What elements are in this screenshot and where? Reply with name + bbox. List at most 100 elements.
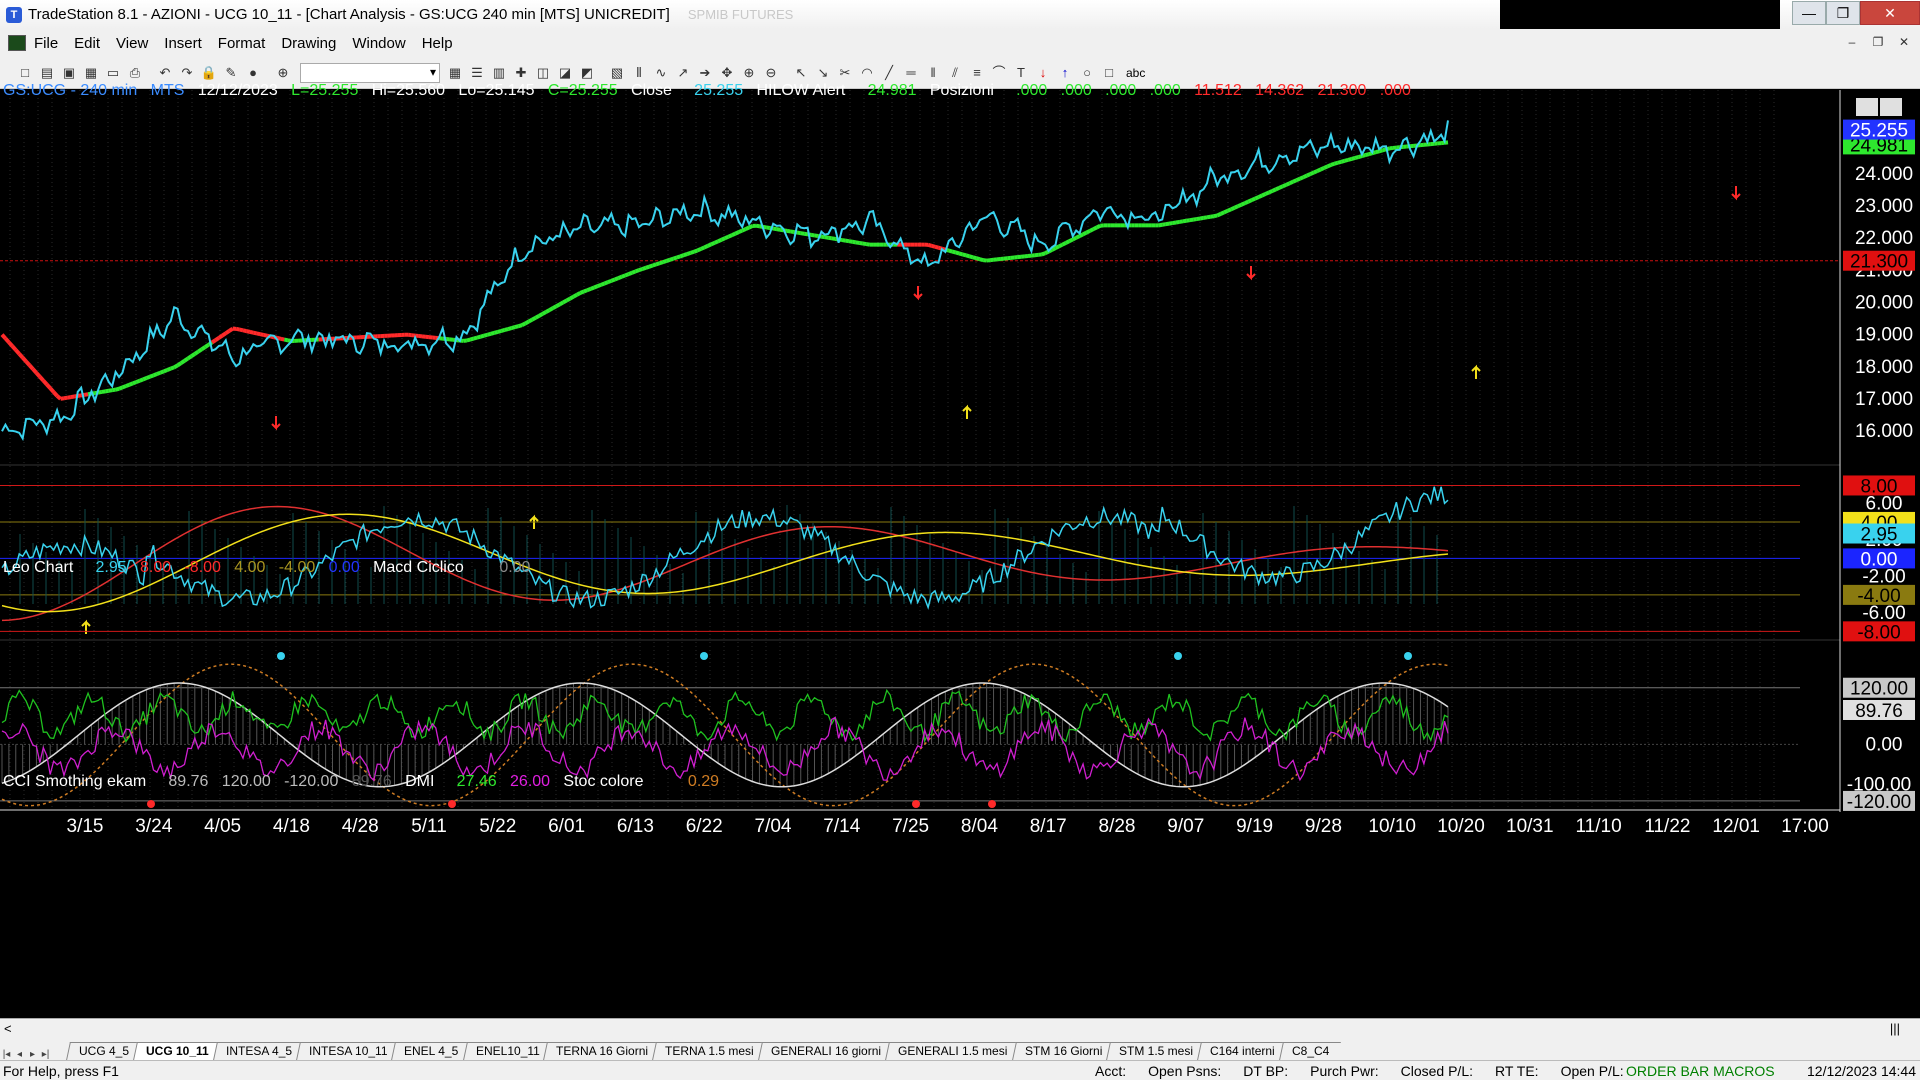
bars-icon[interactable]: ⫴: [630, 64, 648, 82]
workspace-tab[interactable]: TERNA 16 Giorni: [543, 1042, 661, 1060]
tab-nav-button[interactable]: ▸: [26, 1049, 39, 1060]
chart-horizontal-scrollbar[interactable]: < |||: [0, 1018, 1920, 1040]
chart-icon[interactable]: ◫: [534, 64, 552, 82]
text-icon[interactable]: T: [1012, 64, 1030, 82]
up-arrow-icon[interactable]: ↑: [1056, 64, 1074, 82]
workspace-tab[interactable]: GENERALI 16 giorni: [758, 1042, 894, 1060]
rsi-icon[interactable]: ∿: [652, 64, 670, 82]
zoom-out-icon[interactable]: ⊖: [762, 64, 780, 82]
save-all-icon[interactable]: ▦: [82, 64, 100, 82]
mdi-minimize-button[interactable]: –: [1842, 33, 1862, 51]
cci-top-dot: [700, 652, 708, 660]
workspace-tab[interactable]: ENEL 4_5: [391, 1042, 471, 1060]
save-icon[interactable]: ▣: [60, 64, 78, 82]
list-icon[interactable]: ☰: [468, 64, 486, 82]
status-purch-pwr: Purch Pwr:: [1310, 1063, 1379, 1079]
scroll-left-button[interactable]: <: [4, 1021, 12, 1036]
down-arrow-icon[interactable]: ↓: [1034, 64, 1052, 82]
workspace-tab[interactable]: STM 1.5 mesi: [1106, 1042, 1205, 1060]
cci-bottom-dot: [147, 800, 155, 808]
trend-icon[interactable]: ↗: [674, 64, 692, 82]
menu-format[interactable]: Format: [218, 35, 266, 52]
line-icon[interactable]: ╱: [880, 64, 898, 82]
tab-nav-button[interactable]: ▸|: [39, 1049, 52, 1060]
open-icon[interactable]: ▤: [38, 64, 56, 82]
workspace-tab[interactable]: C164 interni: [1197, 1042, 1287, 1060]
order-bar-macros[interactable]: ORDER BAR MACROS: [1626, 1063, 1775, 1079]
leo-value: 2.95: [95, 559, 127, 576]
workspace-tab[interactable]: GENERALI 1.5 mesi: [885, 1042, 1020, 1060]
hilow-segment: [1213, 213, 1218, 219]
hilow-segment: [63, 395, 68, 401]
hilow-segment: [48, 386, 56, 394]
format-icon[interactable]: ▧: [608, 64, 626, 82]
tab-nav-button[interactable]: ◂: [13, 1049, 26, 1060]
ellipse-icon[interactable]: ○: [1078, 64, 1096, 82]
lock-icon[interactable]: 🔒: [200, 64, 218, 82]
pan-icon[interactable]: ✥: [718, 64, 736, 82]
workspace-tab[interactable]: INTESA 10_11: [295, 1042, 400, 1060]
undo-icon[interactable]: ↶: [156, 64, 174, 82]
hilow-segment: [665, 257, 671, 263]
zoom-icon[interactable]: ⊕: [274, 64, 292, 82]
close-button[interactable]: ✕: [1860, 1, 1920, 25]
hilow-segment: [242, 328, 247, 334]
minimize-button[interactable]: —: [1792, 1, 1826, 25]
menu-help[interactable]: Help: [422, 35, 453, 52]
text-tool-button[interactable]: abc: [1126, 66, 1145, 80]
workspace-tab[interactable]: INTESA 4_5: [212, 1042, 304, 1060]
cross-icon[interactable]: ✚: [512, 64, 530, 82]
color-icon[interactable]: ●: [244, 64, 262, 82]
mdi-close-button[interactable]: ✕: [1894, 33, 1914, 51]
tab-nav-button[interactable]: |◂: [0, 1049, 13, 1060]
maximize-button[interactable]: ❐: [1826, 1, 1860, 25]
hilow-segment: [193, 349, 200, 356]
workspace-tab[interactable]: ENEL10_11: [462, 1042, 552, 1060]
redo-icon[interactable]: ↷: [178, 64, 196, 82]
rect-icon[interactable]: □: [1100, 64, 1118, 82]
workspace-tab[interactable]: STM 16 Giorni: [1011, 1042, 1114, 1060]
menu-window[interactable]: Window: [352, 35, 405, 52]
menu-drawing[interactable]: Drawing: [281, 35, 336, 52]
grid-icon[interactable]: ▦: [446, 64, 464, 82]
workspace-tab[interactable]: UCG 10_11: [133, 1042, 221, 1060]
workspace-tab[interactable]: C8_C4: [1278, 1042, 1341, 1060]
zoom-in-icon[interactable]: ⊕: [740, 64, 758, 82]
menu-file[interactable]: File: [34, 35, 58, 52]
price-axis-label: 16.000: [1855, 421, 1913, 442]
new-icon[interactable]: □: [16, 64, 34, 82]
scroll-thumb-grip[interactable]: |||: [1890, 1021, 1900, 1036]
arrow-icon[interactable]: ➔: [696, 64, 714, 82]
menu-edit[interactable]: Edit: [74, 35, 100, 52]
tradestation-app-icon[interactable]: T: [6, 6, 22, 23]
tools-icon[interactable]: ✂: [836, 64, 854, 82]
print-icon[interactable]: ⎙: [126, 64, 144, 82]
table-icon[interactable]: ▥: [490, 64, 508, 82]
chart-style-combo[interactable]: [300, 62, 440, 83]
menu-insert[interactable]: Insert: [164, 35, 202, 52]
chart-analysis-window[interactable]: 24.000 23.000 22.000 21.000 20.000 19.000 18.0…: [0, 82, 1920, 1025]
workspace-tab[interactable]: UCG 4_5: [66, 1042, 141, 1060]
cursor-icon[interactable]: ↘: [814, 64, 832, 82]
workspace-tab-label: C164 interni: [1209, 1044, 1275, 1058]
paint-icon[interactable]: ✎: [222, 64, 240, 82]
arc-icon[interactable]: ⌒: [990, 64, 1008, 82]
chart2-icon[interactable]: ◪: [556, 64, 574, 82]
vline-icon[interactable]: ‖: [924, 64, 942, 82]
chart-window-icon[interactable]: [8, 35, 26, 51]
workspace-tab[interactable]: TERNA 1.5 mesi: [652, 1042, 767, 1060]
mdi-restore-button[interactable]: ❐: [1868, 33, 1888, 51]
hline-icon[interactable]: ═: [902, 64, 920, 82]
hilow-segment: [224, 329, 231, 335]
fib-icon[interactable]: ≡: [968, 64, 986, 82]
pointer-icon[interactable]: ↖: [792, 64, 810, 82]
chart3-icon[interactable]: ◩: [578, 64, 596, 82]
macd-label: Macd Ciclico: [373, 559, 464, 576]
hilow-segment: [962, 252, 967, 258]
menu-view[interactable]: View: [116, 35, 148, 52]
chart-canvas[interactable]: 24.00023.00022.00021.00020.00019.00018.0…: [0, 90, 1920, 1025]
channel-icon[interactable]: ⫽: [946, 64, 964, 82]
print-preview-icon[interactable]: ▭: [104, 64, 122, 82]
gann-icon[interactable]: ◠: [858, 64, 876, 82]
cci-value: 89.76: [168, 773, 209, 790]
